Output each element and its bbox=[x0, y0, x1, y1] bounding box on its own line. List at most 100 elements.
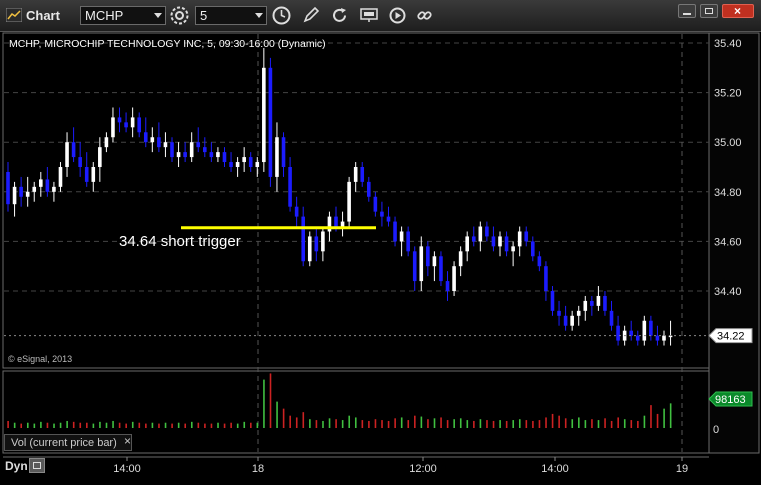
dyn-label: Dyn bbox=[5, 459, 28, 473]
time-label: 19 bbox=[676, 463, 688, 475]
minimize-button[interactable] bbox=[678, 4, 696, 18]
symbol-value: MCHP bbox=[85, 8, 124, 23]
volume-bar bbox=[138, 422, 141, 428]
volume-bar bbox=[538, 420, 541, 428]
candle-body bbox=[19, 186, 23, 197]
candle-body bbox=[576, 310, 581, 316]
price-chart[interactable]: 35.40 35.20 35.00 34.80 34.60 34.40 MCHP, MICR… bbox=[0, 31, 761, 480]
volume-bar bbox=[125, 423, 127, 428]
pencil-draw-icon[interactable] bbox=[303, 7, 319, 23]
volume-bar bbox=[558, 415, 560, 428]
volume-bar bbox=[7, 420, 9, 428]
candle-body bbox=[281, 137, 286, 167]
volume-bar bbox=[545, 417, 547, 428]
candle-body bbox=[58, 167, 63, 187]
refresh-icon[interactable] bbox=[331, 7, 348, 24]
volume-study-label: Vol (current price bar) bbox=[11, 437, 117, 449]
candle-body bbox=[91, 167, 96, 182]
candle-body bbox=[196, 142, 201, 148]
candle-body bbox=[432, 256, 437, 267]
study-icon[interactable] bbox=[360, 8, 378, 22]
volume-bar bbox=[663, 408, 665, 428]
volume-bar bbox=[505, 420, 508, 428]
volume-bar bbox=[623, 419, 626, 428]
link-icon[interactable] bbox=[416, 7, 433, 24]
candle-body bbox=[163, 142, 168, 148]
candle-body bbox=[150, 137, 155, 143]
volume-bar bbox=[250, 422, 252, 428]
volume-bar bbox=[427, 419, 429, 428]
maximize-button[interactable] bbox=[700, 4, 718, 18]
volume-study-close-icon[interactable]: × bbox=[124, 434, 131, 448]
lock-icon bbox=[33, 462, 41, 469]
candle-body bbox=[45, 179, 50, 192]
candle-body bbox=[314, 236, 319, 252]
volume-bar bbox=[309, 419, 311, 428]
candle-body bbox=[393, 221, 397, 242]
volume-bar bbox=[394, 418, 396, 428]
time-label: 14:00 bbox=[541, 463, 569, 475]
play-icon[interactable] bbox=[389, 7, 406, 24]
volume-bar bbox=[532, 420, 534, 428]
volume-bar bbox=[387, 420, 390, 428]
volume-bar bbox=[243, 421, 246, 428]
candle-body bbox=[471, 236, 476, 242]
volume-bar bbox=[584, 420, 587, 428]
volume-bar bbox=[656, 413, 659, 428]
volume-bar bbox=[151, 422, 154, 428]
volume-bar bbox=[40, 421, 42, 428]
volume-bar bbox=[217, 422, 219, 428]
volume-bar bbox=[99, 421, 101, 428]
volume-bar bbox=[617, 417, 619, 428]
interval-input[interactable]: 5 bbox=[195, 6, 267, 25]
volume-bar bbox=[322, 420, 324, 428]
candle-body bbox=[537, 256, 542, 267]
candle-body bbox=[478, 226, 483, 242]
volume-study-legend[interactable]: Vol (current price bar) bbox=[4, 434, 132, 451]
candle-body bbox=[517, 231, 522, 247]
settings-gear-icon[interactable] bbox=[170, 6, 189, 25]
candle-body bbox=[557, 310, 561, 316]
candle-body bbox=[504, 236, 509, 252]
volume-bar bbox=[53, 423, 55, 428]
close-icon: × bbox=[734, 4, 742, 18]
candle-body bbox=[629, 330, 633, 336]
candle-body bbox=[288, 167, 292, 207]
volume-bar bbox=[335, 419, 337, 428]
candle-body bbox=[426, 246, 430, 267]
candle-body bbox=[334, 216, 338, 227]
candle-body bbox=[98, 147, 102, 167]
candle-body bbox=[662, 335, 666, 341]
volume-bar bbox=[361, 420, 364, 428]
volume-bar bbox=[302, 412, 305, 428]
volume-bar bbox=[276, 401, 278, 428]
candle-body bbox=[380, 211, 384, 217]
volume-bar bbox=[112, 420, 114, 428]
volume-bar bbox=[610, 420, 613, 428]
volume-bar bbox=[518, 419, 521, 428]
chart-area[interactable]: 35.40 35.20 35.00 34.80 34.60 34.40 MCHP, MICR… bbox=[0, 31, 761, 480]
symbol-input[interactable]: MCHP bbox=[80, 6, 166, 25]
candle-body bbox=[189, 142, 194, 158]
volume-bar bbox=[26, 422, 29, 428]
dyn-lock-button[interactable] bbox=[29, 458, 45, 473]
candle-body bbox=[642, 320, 647, 341]
volume-bar bbox=[512, 420, 515, 428]
volume-bar bbox=[414, 415, 416, 428]
interval-dropdown-icon[interactable] bbox=[255, 13, 263, 18]
candle-body bbox=[419, 246, 424, 282]
volume-bar bbox=[263, 379, 265, 428]
candle-body bbox=[524, 231, 529, 242]
symbol-dropdown-icon[interactable] bbox=[154, 13, 162, 18]
volume-bar bbox=[190, 421, 193, 428]
clock-icon[interactable] bbox=[272, 6, 291, 25]
volume-bar bbox=[282, 408, 285, 428]
close-button[interactable]: × bbox=[722, 4, 754, 18]
interval-value: 5 bbox=[200, 8, 208, 23]
candle-body bbox=[143, 132, 148, 143]
toolbar: Chart MCHP 5 × bbox=[0, 0, 761, 32]
candle-body bbox=[12, 186, 17, 205]
volume-bar bbox=[433, 418, 436, 428]
volume-bar bbox=[105, 422, 108, 428]
candle-body bbox=[222, 152, 227, 163]
